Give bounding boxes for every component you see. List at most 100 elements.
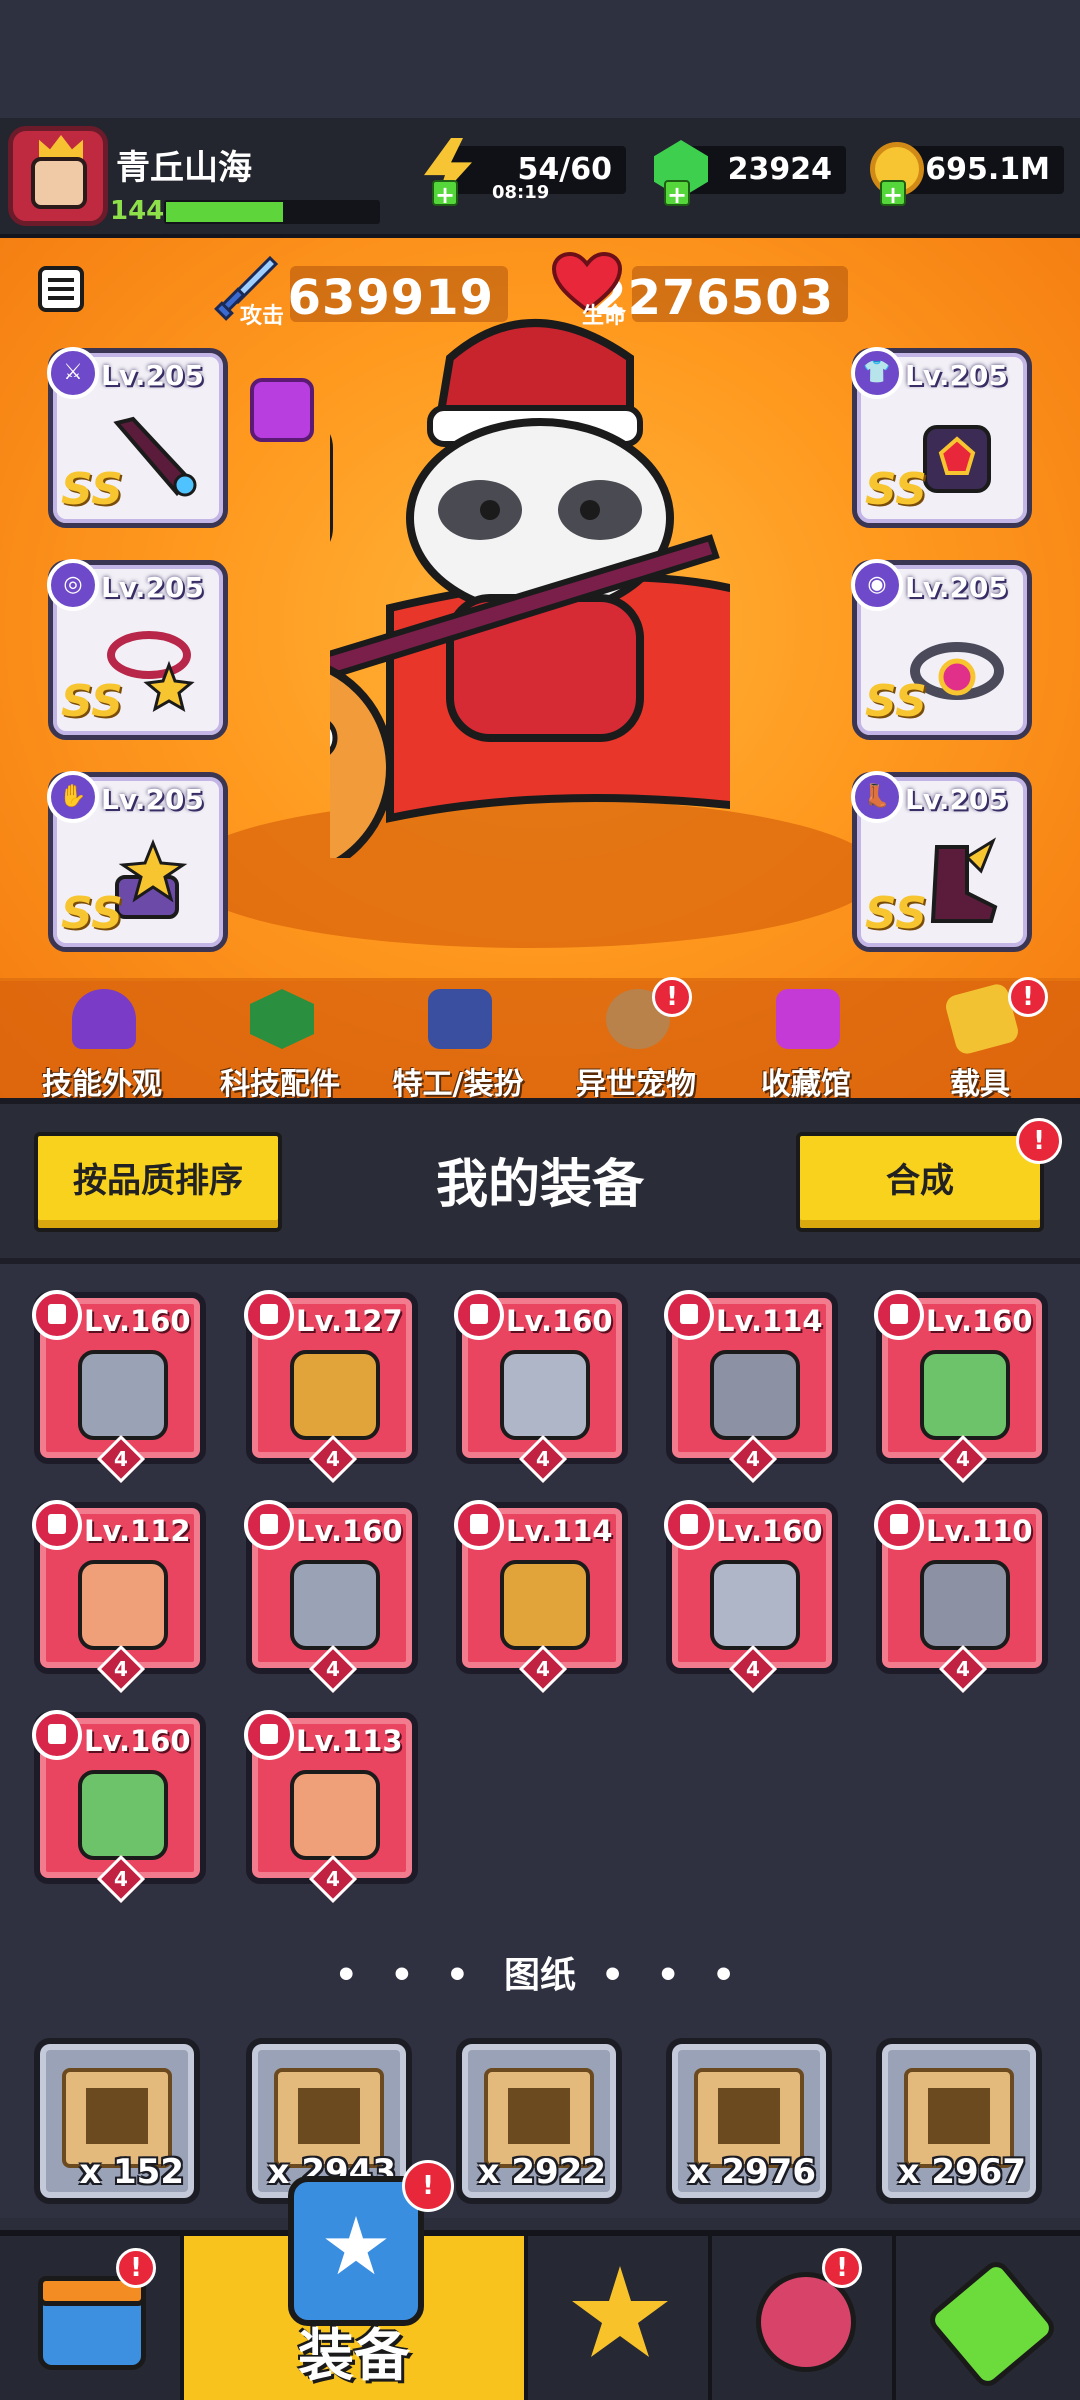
equipped-belt-slot[interactable]: ◉ Lv.205 SS <box>851 559 1032 740</box>
nav-collection[interactable]: 收藏馆 <box>716 981 896 1098</box>
item-count-badge: 4 <box>518 1644 568 1694</box>
tech-chip-slot-icon[interactable] <box>250 378 314 442</box>
equipped-armor-slot[interactable]: 👕 Lv.205 SS <box>851 347 1032 528</box>
belt-icon <box>718 2088 780 2144</box>
tab-worlds[interactable]: ! <box>712 2236 896 2400</box>
gold-value: 695.1M <box>925 152 1050 187</box>
tab-shop[interactable]: ! <box>0 2236 184 2400</box>
nav-skill-skins[interactable]: 技能外观 <box>12 981 192 1098</box>
torch-icon <box>290 1350 380 1440</box>
item-level: Lv.113 <box>296 1724 403 1758</box>
item-count: 4 <box>746 1657 760 1681</box>
grade-ss-badge: SS <box>865 676 927 727</box>
crown-icon <box>39 135 83 159</box>
blueprint-card[interactable]: x 2922 <box>456 2038 622 2204</box>
boots-slot-icon <box>32 1710 82 1760</box>
grade-ss-badge: SS <box>61 464 123 515</box>
item-count-badge: 4 <box>938 1644 988 1694</box>
equipped-weapon-slot[interactable]: ⚔ Lv.205 SS <box>47 347 228 528</box>
nav-label: 技能外观 <box>42 1067 162 1098</box>
hero-character[interactable] <box>330 298 730 858</box>
attack-label-wrap: 攻击 <box>240 298 290 329</box>
blueprint-card[interactable]: x 2976 <box>666 2038 832 2204</box>
shirt-icon <box>298 2088 360 2144</box>
gem-counter: 23924 <box>686 146 846 194</box>
nav-agent-outfits[interactable]: 特工/装扮 <box>368 981 548 1098</box>
tab-genes[interactable] <box>896 2236 1080 2400</box>
equipped-boots-slot[interactable]: 👢 Lv.205 SS <box>851 771 1032 952</box>
armor-slot-icon <box>664 1290 714 1340</box>
mech-glove-icon <box>920 1560 1010 1650</box>
item-count-badge: 4 <box>96 1854 146 1904</box>
item-count: 4 <box>536 1447 550 1471</box>
inventory-item-card[interactable]: Lv.160 4 <box>32 1290 206 1484</box>
tab-battle[interactable] <box>528 2236 712 2400</box>
item-count: 4 <box>956 1447 970 1471</box>
blueprint-card[interactable]: x 2967 <box>876 2038 1042 2204</box>
item-level: Lv.160 <box>716 1514 823 1548</box>
inventory-item-card[interactable]: Lv.114 4 <box>664 1290 838 1484</box>
belt-slot-icon <box>244 1500 294 1550</box>
inventory-item-card[interactable]: Lv.114 4 <box>454 1500 628 1694</box>
item-level: Lv.114 <box>506 1514 613 1548</box>
item-count: 4 <box>114 1867 128 1891</box>
add-gold-button[interactable]: + <box>880 180 906 208</box>
equipment-panel-header: 按品质排序 我的装备 合成 ! <box>0 1098 1080 1258</box>
glove-slot-icon <box>874 1500 924 1550</box>
alert-badge: ! <box>652 977 692 1017</box>
slot-level: Lv.205 <box>101 783 204 816</box>
inventory-item-card[interactable]: Lv.160 4 <box>32 1710 206 1904</box>
energy-timer: 08:19 <box>492 182 550 203</box>
item-count: 4 <box>114 1657 128 1681</box>
item-count-badge: 4 <box>308 1644 358 1694</box>
inventory-item-card[interactable]: Lv.110 4 <box>874 1500 1048 1694</box>
tab-label: 装备 <box>298 2324 410 2389</box>
inventory-item-card[interactable]: Lv.160 4 <box>874 1290 1048 1484</box>
star-belt-icon <box>500 1560 590 1650</box>
nav-tech-parts[interactable]: 科技配件 <box>190 981 370 1098</box>
merge-button[interactable]: 合成 <box>796 1132 1044 1232</box>
item-level: Lv.112 <box>84 1514 191 1548</box>
list-menu-icon[interactable] <box>38 266 84 312</box>
item-count: 4 <box>536 1657 550 1681</box>
equipped-necklace-slot[interactable]: ◎ Lv.205 SS <box>47 559 228 740</box>
gem-ring-belt-icon <box>290 1560 380 1650</box>
blueprint-card[interactable]: x 152 <box>34 2038 200 2204</box>
nav-vehicles[interactable]: 载具 ! <box>890 977 1070 1098</box>
inventory-item-card[interactable]: Lv.160 4 <box>244 1500 418 1694</box>
blueprint-count: x 2967 <box>897 2152 1026 2192</box>
inventory-item-card[interactable]: Lv.113 4 <box>244 1710 418 1904</box>
inventory-item-card[interactable]: Lv.160 4 <box>454 1290 628 1484</box>
grade-ss-badge: SS <box>61 676 123 727</box>
weapon-slot-icon: ⚔ <box>47 347 99 399</box>
game-screen: { "player": { "name": "青丘山海", "level": "… <box>0 0 1080 2400</box>
add-energy-button[interactable]: + <box>432 180 458 208</box>
equipped-gloves-slot[interactable]: ✋ Lv.205 SS <box>47 771 228 952</box>
nav-pets[interactable]: 异世宠物 ! <box>546 977 726 1098</box>
blueprints-section-label: • • • 图纸 • • • <box>334 1955 746 1996</box>
grade-ss-badge: SS <box>61 888 123 939</box>
alert-badge: ! <box>1008 977 1048 1017</box>
player-avatar[interactable] <box>8 126 108 226</box>
belt-slot-icon <box>454 1500 504 1550</box>
add-gems-button[interactable]: + <box>664 180 690 208</box>
status-bar-area <box>0 0 1080 120</box>
glove-icon <box>928 2088 990 2144</box>
inventory-item-card[interactable]: Lv.160 4 <box>664 1500 838 1694</box>
tab-equipment[interactable]: ! 装备 <box>184 2160 528 2400</box>
hat-icon <box>72 989 136 1049</box>
equipment-inventory: Lv.160 4 Lv.127 4 Lv.160 4 Lv.114 4 Lv.160 4 Lv.11… <box>0 1258 1080 2218</box>
slot-level: Lv.205 <box>905 359 1008 392</box>
item-count-badge: 4 <box>308 1854 358 1904</box>
battle-star-icon <box>572 2266 668 2357</box>
blueprint-count: x 2922 <box>477 2152 606 2192</box>
grade-ss-badge: SS <box>865 464 927 515</box>
slot-level: Lv.205 <box>905 783 1008 816</box>
sort-by-quality-button[interactable]: 按品质排序 <box>34 1132 282 1232</box>
inventory-item-card[interactable]: Lv.112 4 <box>32 1500 206 1694</box>
alert-badge: ! <box>402 2160 454 2212</box>
inventory-item-card[interactable]: Lv.127 4 <box>244 1290 418 1484</box>
blueprints-title: 图纸 <box>503 1955 576 1996</box>
xp-bar <box>164 200 380 224</box>
player-level: 144 <box>110 196 165 226</box>
